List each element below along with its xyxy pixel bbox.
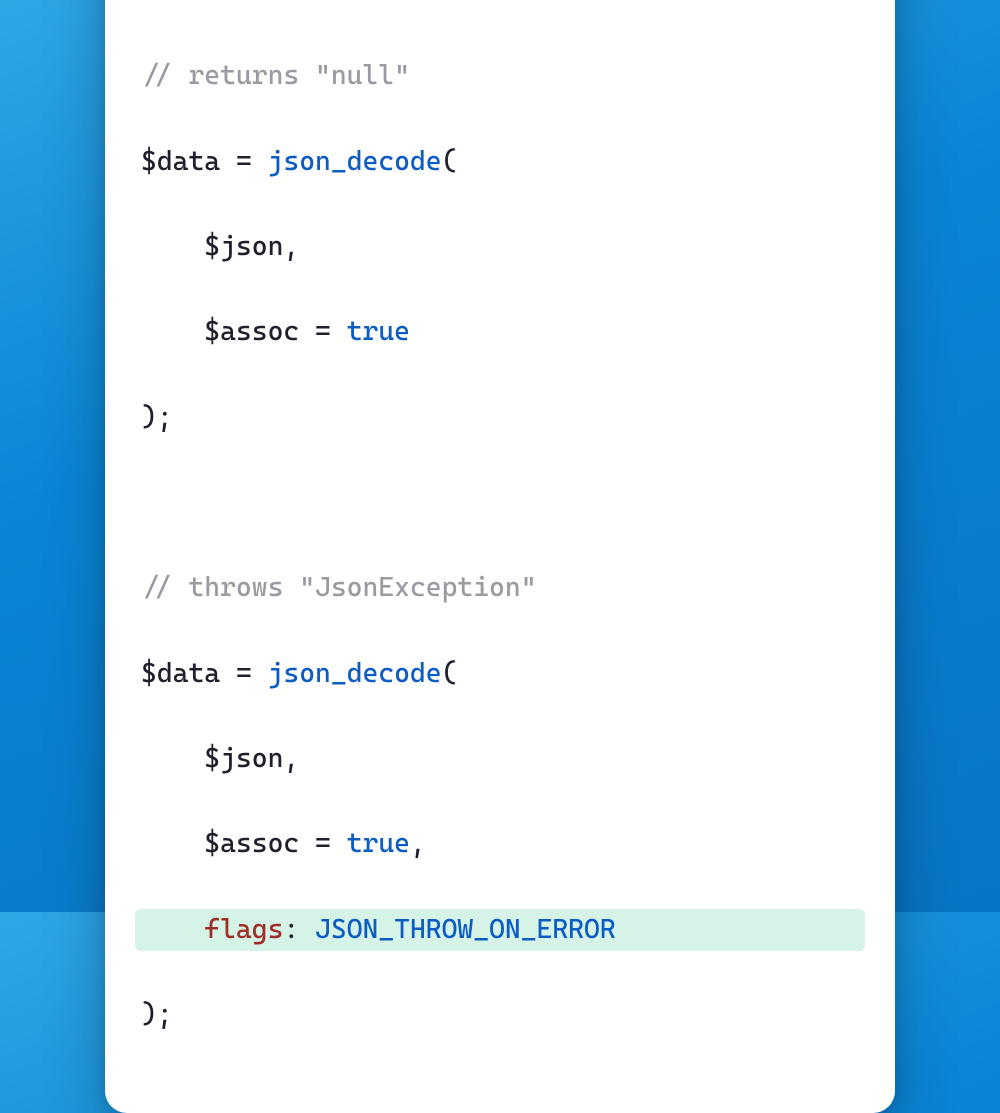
code-token: ; <box>157 402 173 433</box>
code-token <box>331 828 347 859</box>
code-line: $data = json_decode( <box>141 653 859 696</box>
code-token <box>299 828 315 859</box>
code-token <box>252 146 268 177</box>
code-line: $json, <box>141 738 859 781</box>
code-token: $data <box>141 658 220 689</box>
code-token: json_decode <box>268 658 442 689</box>
code-token <box>331 316 347 347</box>
code-token <box>141 914 204 945</box>
code-token <box>141 743 204 774</box>
code-token: = <box>315 316 331 347</box>
code-token <box>299 914 315 945</box>
code-token: ) <box>141 999 157 1030</box>
code-token: JSON_THROW_ON_ERROR <box>315 914 616 945</box>
code-token: $json <box>204 231 283 262</box>
code-token <box>141 231 204 262</box>
code-line: // throws "JsonException" <box>141 567 859 610</box>
code-window: Built-In JSON Exceptions $json = "{'inva… <box>105 0 895 1113</box>
code-token: // throws "JsonException" <box>141 572 537 603</box>
code-token: true <box>347 828 410 859</box>
code-token <box>252 658 268 689</box>
code-token: flags <box>204 914 283 945</box>
code-token: // returns "null" <box>141 60 410 91</box>
code-token: = <box>236 658 252 689</box>
code-line: ); <box>141 397 859 440</box>
code-token <box>220 658 236 689</box>
code-token: : <box>283 914 299 945</box>
code-token: ( <box>442 146 458 177</box>
code-line: $data = json_decode( <box>141 141 859 184</box>
code-token: json_decode <box>268 146 442 177</box>
code-token <box>299 316 315 347</box>
code-token: ; <box>157 999 173 1030</box>
code-token <box>141 828 204 859</box>
code-token: ) <box>141 402 157 433</box>
code-token <box>220 146 236 177</box>
code-token: = <box>236 146 252 177</box>
code-line: // returns "null" <box>141 55 859 98</box>
code-line <box>141 482 859 525</box>
code-token: ( <box>442 658 458 689</box>
code-token: true <box>347 316 410 347</box>
code-line: flags: JSON_THROW_ON_ERROR <box>135 909 865 952</box>
code-block: $json = "{'invalid'}"; // returns "null"… <box>105 0 895 1079</box>
code-line: $assoc = true <box>141 311 859 354</box>
code-line: $json, <box>141 226 859 269</box>
code-token <box>141 316 204 347</box>
code-token: $assoc <box>204 828 299 859</box>
code-token: $data <box>141 146 220 177</box>
code-token: , <box>410 828 426 859</box>
code-token: , <box>283 743 299 774</box>
code-token: $json <box>204 743 283 774</box>
code-token: $assoc <box>204 316 299 347</box>
code-token: , <box>283 231 299 262</box>
code-line <box>141 0 859 13</box>
code-token: = <box>315 828 331 859</box>
code-line: $assoc = true, <box>141 823 859 866</box>
code-line: ); <box>141 994 859 1037</box>
